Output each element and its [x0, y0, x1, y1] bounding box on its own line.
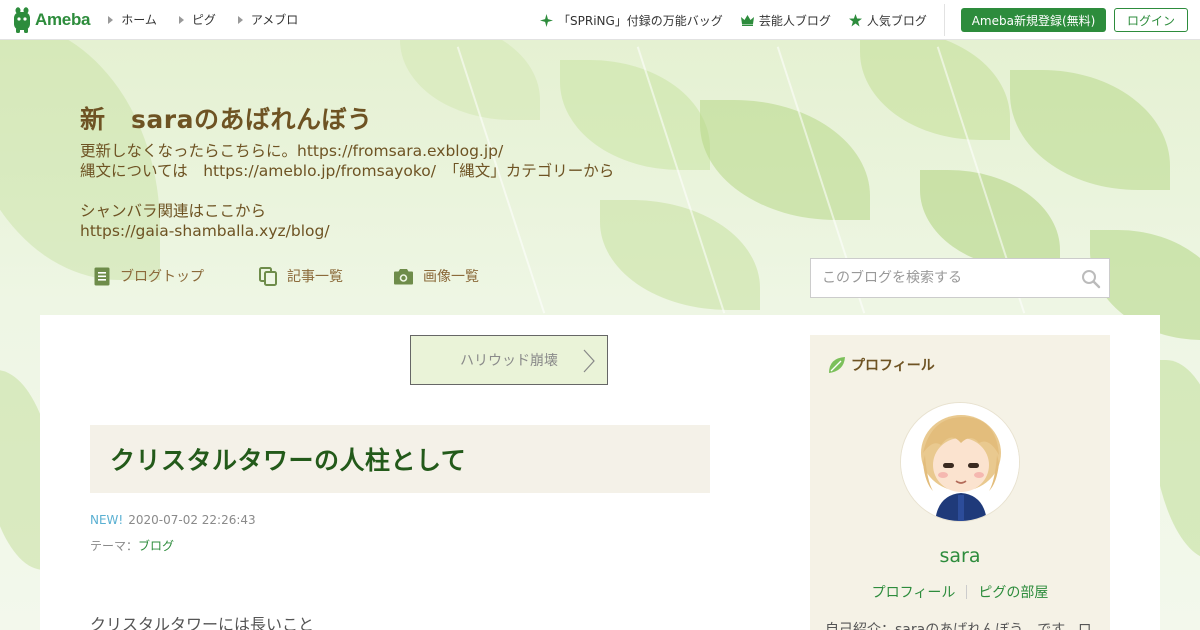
pigg-avatar-icon — [901, 403, 1019, 521]
new-badge: NEW! — [90, 513, 124, 527]
popular-blog-link[interactable]: 人気ブログ — [848, 12, 927, 29]
theme-link[interactable]: ブログ — [138, 539, 174, 553]
spring-promo-link[interactable]: 「SPRiNG」付録の万能バッグ — [540, 12, 723, 29]
leaf-decoration — [860, 40, 1010, 140]
nav-pigg-link[interactable]: ピグ — [178, 11, 216, 28]
tab-blog-top-label: ブログトップ — [120, 269, 204, 285]
tab-image-list-label: 画像一覧 — [423, 269, 479, 285]
article-body: クリスタルタワーには長いこと — [90, 615, 315, 630]
nav-home-label: ホーム — [121, 13, 157, 27]
profile-link[interactable]: プロフィール — [872, 582, 956, 602]
profile-heading-label: プロフィール — [851, 358, 935, 374]
register-button[interactable]: Ameba新規登録(無料) — [961, 8, 1106, 32]
popular-blog-label: 人気ブログ — [866, 13, 927, 28]
global-nav: ホーム ピグ アメブロ — [108, 11, 320, 28]
article-datetime: 2020-07-02 22:26:43 — [128, 513, 256, 527]
profile-intro: 自己紹介：saraのあばれんぼう です。ロ — [825, 622, 1092, 630]
previous-article-label: ハリウッド崩壊 — [460, 353, 558, 369]
spring-promo-label: 「SPRiNG」付録の万能バッグ — [558, 13, 723, 28]
nav-home-link[interactable]: ホーム — [108, 11, 157, 28]
star-icon — [848, 13, 862, 26]
tab-article-list[interactable]: 記事一覧 — [259, 266, 394, 286]
tab-article-list-label: 記事一覧 — [287, 269, 343, 285]
login-button[interactable]: ログイン — [1114, 8, 1188, 32]
leaf-decoration — [400, 40, 540, 120]
ameba-logo[interactable]: Ameba — [12, 6, 91, 33]
arrow-right-icon — [178, 15, 184, 24]
nav-ameblo-label: アメブロ — [250, 13, 299, 27]
crown-icon — [740, 14, 754, 26]
nav-ameblo-link[interactable]: アメブロ — [237, 11, 299, 28]
celebrity-blog-label: 芸能人ブログ — [758, 13, 831, 28]
theme-prefix: テーマ： — [90, 539, 139, 553]
pigg-room-link[interactable]: ピグの部屋 — [978, 582, 1048, 602]
ameba-mascot-icon — [12, 6, 32, 33]
main-content: ハリウッド崩壊 クリスタルタワーの人柱として NEW! 2020-07-02 22… — [40, 315, 1160, 630]
arrow-right-icon — [237, 15, 243, 24]
blog-search-box — [810, 258, 1110, 298]
article-meta: NEW! 2020-07-02 22:26:43 — [90, 513, 256, 527]
link-divider — [966, 585, 968, 599]
blog-description: 更新しなくなったらこちらに。https://fromsara.exblog.jp… — [80, 142, 615, 240]
blog-title[interactable]: 新 saraのあばれんぼう — [80, 100, 372, 136]
leaf-decoration — [1010, 70, 1170, 190]
profile-name[interactable]: sara — [810, 545, 1110, 567]
leaf-decoration — [600, 200, 760, 310]
copy-icon — [259, 266, 277, 286]
promo-links: 「SPRiNG」付録の万能バッグ 芸能人ブログ 人気ブログ — [540, 0, 945, 40]
article-theme: テーマ：ブログ — [90, 537, 174, 554]
blog-tabs: ブログトップ 記事一覧 画像一覧 — [94, 266, 479, 286]
article-title-box: クリスタルタワーの人柱として — [90, 425, 710, 493]
camera-icon — [394, 268, 413, 284]
leaf-icon — [829, 357, 845, 373]
profile-links: プロフィール ピグの部屋 — [810, 582, 1110, 602]
sparkle-icon — [540, 13, 553, 27]
previous-article-button[interactable]: ハリウッド崩壊 — [410, 335, 608, 385]
chevron-right-icon — [583, 349, 595, 373]
ameba-logo-text: Ameba — [35, 9, 91, 29]
arrow-right-icon — [108, 15, 114, 24]
document-icon — [94, 267, 110, 285]
nav-pigg-label: ピグ — [191, 13, 216, 27]
article-title[interactable]: クリスタルタワーの人柱として — [110, 441, 466, 477]
leaf-decoration — [920, 170, 1060, 270]
celebrity-blog-link[interactable]: 芸能人ブログ — [740, 12, 831, 29]
profile-heading: プロフィール — [828, 355, 935, 375]
avatar[interactable] — [900, 402, 1020, 522]
tab-blog-top[interactable]: ブログトップ — [94, 266, 259, 286]
search-icon[interactable] — [1081, 269, 1101, 289]
profile-widget: プロフィール sara プロフィール ピグの部屋 自己紹介：saraのあばれんぼ… — [810, 335, 1110, 630]
tab-image-list[interactable]: 画像一覧 — [394, 266, 479, 286]
header-divider — [944, 4, 945, 36]
ameba-global-header: Ameba ホーム ピグ アメブロ 「SPRiNG」付録の万能バッグ 芸能人ブロ… — [0, 0, 1200, 40]
leaf-decoration — [700, 100, 870, 220]
blog-search-input[interactable] — [822, 270, 1077, 286]
